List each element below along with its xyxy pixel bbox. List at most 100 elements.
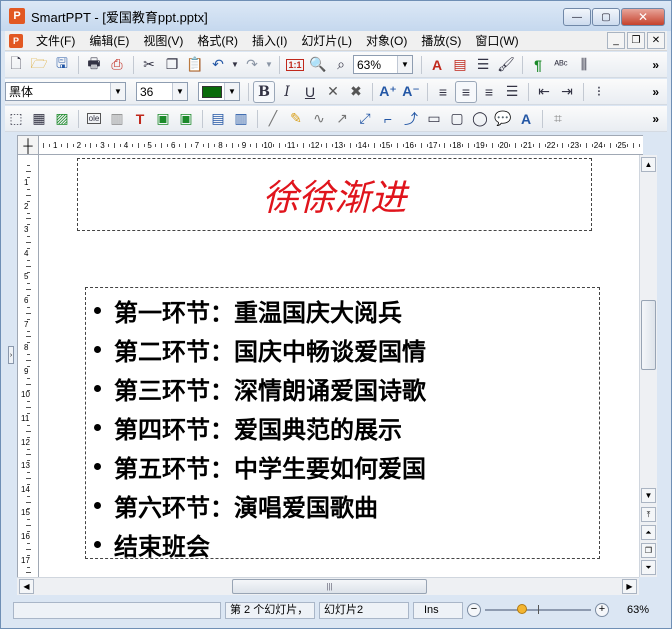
- document-menu-icon[interactable]: P: [9, 33, 23, 48]
- menu-edit[interactable]: 编辑(E): [82, 31, 136, 51]
- connector-icon[interactable]: ⤢: [354, 108, 376, 130]
- next-slide-icon[interactable]: ⏷: [641, 560, 656, 575]
- callout-icon[interactable]: 💬: [492, 108, 514, 130]
- horizontal-ruler[interactable]: 1 2 3 4 5 6 7 8 9 10 11 12 13 14 15 16 17 18 19 20 21 22 23 24 2…: [39, 135, 643, 155]
- toolbar-overflow-icon[interactable]: »: [652, 58, 659, 72]
- increase-indent-icon[interactable]: ⇥: [556, 81, 578, 103]
- wordart-icon[interactable]: A: [515, 108, 537, 130]
- list-item[interactable]: 第五环节：中学生要如何爱国: [90, 447, 599, 486]
- ole-icon[interactable]: ole: [83, 108, 105, 130]
- scroll-up-icon[interactable]: ▲: [641, 157, 656, 172]
- scroll-right-icon[interactable]: ▶: [622, 579, 637, 594]
- chevron-down-icon[interactable]: ▼: [397, 56, 412, 73]
- rounded-rect-icon[interactable]: ▢: [446, 108, 468, 130]
- pdf-icon[interactable]: ⎙: [106, 54, 128, 76]
- zoom-track[interactable]: [485, 604, 591, 614]
- minimize-button[interactable]: —: [563, 8, 591, 26]
- decrease-indent-icon[interactable]: ⇤: [533, 81, 555, 103]
- open-folder-icon[interactable]: 🗁: [28, 54, 50, 76]
- new-file-icon[interactable]: 🗋: [5, 54, 27, 76]
- menu-window[interactable]: 窗口(W): [468, 31, 525, 51]
- zoom-in-button[interactable]: +: [595, 603, 609, 617]
- menu-insert[interactable]: 插入(I): [245, 31, 294, 51]
- crop-icon[interactable]: ⌗: [547, 108, 569, 130]
- list-item[interactable]: 第三环节：深情朗诵爱国诗歌: [90, 369, 599, 408]
- align-center-icon[interactable]: ≡: [455, 80, 477, 103]
- previous-slide-icon[interactable]: ⏶: [641, 525, 656, 540]
- vertical-scrollbar[interactable]: ▲ ▼ ⤒ ⏶ ❐ ⏷: [639, 155, 657, 577]
- align-icon[interactable]: ▤: [207, 108, 229, 130]
- vertical-scroll-thumb[interactable]: [641, 300, 656, 370]
- first-slide-icon[interactable]: ⤒: [641, 507, 656, 522]
- slide-layout-icon[interactable]: ▤: [449, 54, 471, 76]
- copy-icon[interactable]: ❐: [161, 54, 183, 76]
- bullet-text[interactable]: 第四环节：爱国典范的展示: [114, 410, 402, 445]
- textbox-icon[interactable]: T: [129, 108, 151, 130]
- menu-play[interactable]: 播放(S): [414, 31, 468, 51]
- align-left-icon[interactable]: ≡: [432, 81, 454, 103]
- scroll-left-icon[interactable]: ◀: [19, 579, 34, 594]
- select-all-icon[interactable]: ⬚: [5, 108, 27, 130]
- toolbar-overflow-icon[interactable]: »: [652, 112, 659, 126]
- horizontal-scrollbar[interactable]: ◀ ||| ▶: [17, 577, 639, 595]
- list-item[interactable]: 第四环节：爱国典范的展示: [90, 408, 599, 447]
- status-insert-mode[interactable]: Ins: [413, 601, 463, 619]
- bullet-text[interactable]: 第六环节：演唱爱国歌曲: [114, 488, 378, 523]
- line-icon[interactable]: ╱: [262, 108, 284, 130]
- menu-file[interactable]: 文件(F): [29, 31, 82, 51]
- vertical-ruler[interactable]: 1 2 3 4 5 6 7 8 9 10 11 12 13 14 15 16 17: [17, 155, 39, 577]
- save-icon[interactable]: 🖫: [51, 54, 73, 76]
- bullet-text[interactable]: 结束班会: [114, 527, 210, 562]
- slide-canvas[interactable]: 徐徐渐进 第一环节：重温国庆大阅兵 第二环节：国庆中畅谈爱国情 第三环节：深情朗…: [39, 155, 639, 577]
- zoom-slider[interactable]: − +: [467, 602, 609, 619]
- elbow-connector-icon[interactable]: ⌐: [377, 108, 399, 130]
- columns-icon[interactable]: ⫼: [573, 54, 595, 76]
- pane-collapse-handle[interactable]: ›: [8, 346, 14, 364]
- align-right-icon[interactable]: ≡: [478, 81, 500, 103]
- title-bar[interactable]: P SmartPPT - [爱国教育ppt.pptx] — ▢ ✕: [1, 1, 671, 31]
- zoom-combo[interactable]: 63% ▼: [353, 55, 413, 74]
- font-grow-icon[interactable]: A⁺: [377, 81, 399, 103]
- chevron-down-icon[interactable]: ▼: [172, 83, 187, 100]
- close-button[interactable]: ✕: [621, 8, 665, 26]
- strikethrough-icon[interactable]: ✕: [322, 81, 344, 103]
- font-shrink-icon[interactable]: A⁻: [400, 81, 422, 103]
- app-icon[interactable]: P: [9, 8, 25, 24]
- bullet-text[interactable]: 第三环节：深情朗诵爱国诗歌: [114, 371, 426, 406]
- clear-format-icon[interactable]: ✖: [345, 81, 367, 103]
- paste-icon[interactable]: 📋: [184, 54, 206, 76]
- pen-icon[interactable]: ✎: [285, 108, 307, 130]
- redo-icon[interactable]: ↷: [241, 54, 263, 76]
- chart-icon[interactable]: ▥: [106, 108, 128, 130]
- font-name-combo[interactable]: 黑体 ▼: [5, 82, 126, 101]
- left-pane-splitter[interactable]: [5, 155, 17, 577]
- image-icon[interactable]: ▨: [51, 108, 73, 130]
- ruler-corner-button[interactable]: ┼: [17, 135, 39, 155]
- shape-icon[interactable]: ▣: [152, 108, 174, 130]
- justify-icon[interactable]: ☰: [501, 81, 523, 103]
- group-icon[interactable]: ▣: [175, 108, 197, 130]
- format-painter-icon[interactable]: 🖌: [495, 54, 517, 76]
- ellipse-icon[interactable]: ◯: [469, 108, 491, 130]
- list-item[interactable]: 结束班会: [90, 525, 599, 564]
- doc-restore-button[interactable]: ❐: [627, 32, 645, 49]
- font-format-icon[interactable]: A: [426, 54, 448, 76]
- notes-icon[interactable]: ☰: [472, 54, 494, 76]
- distribute-icon[interactable]: ▥: [230, 108, 252, 130]
- bullet-text[interactable]: 第二环节：国庆中畅谈爱国情: [114, 332, 426, 367]
- list-item[interactable]: 第六环节：演唱爱国歌曲: [90, 486, 599, 525]
- arrow-icon[interactable]: ↗: [331, 108, 353, 130]
- doc-minimize-button[interactable]: _: [607, 32, 625, 49]
- toolbar-overflow-icon[interactable]: »: [652, 85, 659, 99]
- font-size-combo[interactable]: 36 ▼: [136, 82, 188, 101]
- curved-connector-icon[interactable]: ⤴: [400, 108, 422, 130]
- font-color-combo[interactable]: ▼: [198, 82, 240, 101]
- find-icon[interactable]: 🔍: [307, 54, 329, 76]
- print-icon[interactable]: 🖶: [83, 54, 105, 76]
- scroll-down-icon[interactable]: ▼: [641, 488, 656, 503]
- menu-view[interactable]: 视图(V): [136, 31, 190, 51]
- slide-sorter-icon[interactable]: ❐: [641, 543, 656, 558]
- horizontal-scroll-thumb[interactable]: |||: [232, 579, 427, 594]
- slide-number-icon[interactable]: 1:1: [284, 54, 306, 76]
- content-placeholder[interactable]: 第一环节：重温国庆大阅兵 第二环节：国庆中畅谈爱国情 第三环节：深情朗诵爱国诗歌…: [85, 287, 600, 561]
